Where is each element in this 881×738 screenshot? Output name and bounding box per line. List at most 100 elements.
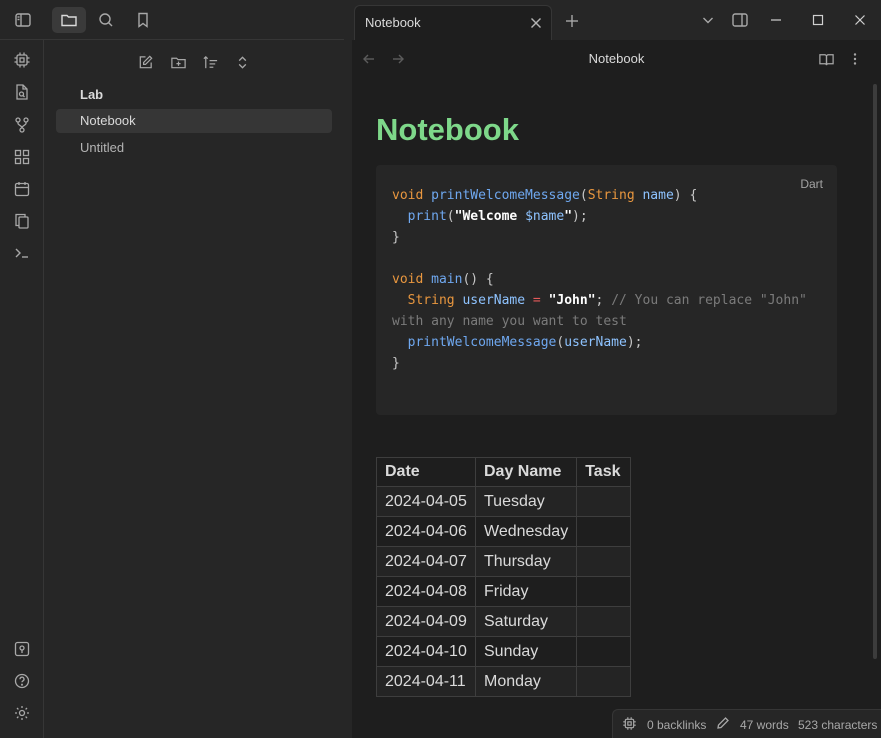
table-row: 2024-04-11 Monday <box>376 666 632 697</box>
character-count: 523 characters <box>798 718 878 732</box>
table-cell[interactable] <box>576 636 632 667</box>
editing-mode-button[interactable] <box>716 716 730 733</box>
ribbon-graph-button[interactable] <box>10 48 34 72</box>
table-cell[interactable]: Monday <box>474 666 578 697</box>
chevron-down-icon <box>703 17 713 24</box>
ribbon-templates-button[interactable] <box>10 209 34 233</box>
table-cell[interactable]: 2024-04-09 <box>376 606 476 637</box>
table-header-cell[interactable]: Day Name <box>474 457 578 487</box>
tab-list-button[interactable] <box>695 8 721 32</box>
table-header-cell[interactable]: Task <box>576 457 632 487</box>
ribbon-vault-switch-button[interactable] <box>10 637 34 661</box>
copy-icon <box>15 213 29 229</box>
table-cell[interactable] <box>576 516 632 547</box>
ribbon-canvas-button[interactable] <box>10 145 34 169</box>
table-cell[interactable] <box>576 486 632 517</box>
sidebar-resize-handle[interactable] <box>344 0 352 738</box>
close-icon <box>855 15 865 25</box>
sidebar-toggle-icon <box>15 13 31 27</box>
table-row: 2024-04-05 Tuesday <box>376 486 632 517</box>
table-cell[interactable]: Sunday <box>474 636 578 667</box>
maximize-icon <box>812 14 824 26</box>
layout-dashboard-icon <box>14 149 30 165</box>
folder-plus-icon <box>170 57 186 68</box>
maximize-window-button[interactable] <box>805 8 831 32</box>
view-header-title[interactable]: Notebook <box>352 51 881 66</box>
collapse-all-button[interactable] <box>230 50 254 74</box>
table-cell[interactable]: 2024-04-10 <box>376 636 476 667</box>
tab-close-button[interactable] <box>527 14 545 32</box>
search-icon <box>99 13 113 27</box>
table-cell[interactable]: Thursday <box>474 546 578 577</box>
more-options-button[interactable] <box>844 48 866 70</box>
new-folder-button[interactable] <box>166 50 190 74</box>
table-cell[interactable] <box>576 666 632 697</box>
sort-icon <box>202 55 217 68</box>
table-header-row: Date Day Name Task <box>376 457 632 487</box>
close-icon <box>531 18 541 28</box>
file-explorer-tab-button[interactable] <box>52 7 86 33</box>
table-cell[interactable]: 2024-04-11 <box>376 666 476 697</box>
bookmarks-tab-button[interactable] <box>126 7 160 33</box>
file-explorer-actions <box>44 48 344 76</box>
editor-scrollbar[interactable] <box>873 84 877 659</box>
table-cell[interactable]: Friday <box>474 576 578 607</box>
sidebar-toggle-button[interactable] <box>6 7 40 33</box>
tab-bar: Notebook <box>352 0 881 41</box>
vault-icon <box>14 641 30 657</box>
sidebar-right-icon <box>732 13 748 27</box>
sync-status-button[interactable] <box>622 716 637 734</box>
help-icon <box>14 673 30 689</box>
new-tab-button[interactable] <box>560 10 584 32</box>
table-cell[interactable]: 2024-04-05 <box>376 486 476 517</box>
table-cell[interactable]: 2024-04-06 <box>376 516 476 547</box>
chevrons-up-down-icon <box>238 55 246 69</box>
ribbon-help-button[interactable] <box>10 669 34 693</box>
right-sidebar-toggle-button[interactable] <box>727 8 753 32</box>
pencil-icon <box>717 717 729 729</box>
file-explorer-sidebar: Lab Notebook Untitled <box>44 40 344 738</box>
new-note-button[interactable] <box>133 50 157 74</box>
ribbon-settings-button[interactable] <box>10 701 34 725</box>
file-item-notebook[interactable]: Notebook <box>56 109 332 133</box>
more-vertical-icon <box>853 53 857 65</box>
git-fork-icon <box>15 117 29 133</box>
table-cell[interactable]: 2024-04-07 <box>376 546 476 577</box>
data-table[interactable]: Date Day Name Task 2024-04-05 Tuesday 20… <box>376 457 632 697</box>
file-item-untitled[interactable]: Untitled <box>56 136 332 160</box>
minimize-window-button[interactable] <box>763 8 789 32</box>
editor-content[interactable]: Notebook Dart void printWelcomeMessage(S… <box>352 76 881 738</box>
search-tab-button[interactable] <box>89 7 123 33</box>
file-search-icon <box>16 84 28 100</box>
ribbon-daily-note-button[interactable] <box>10 177 34 201</box>
ribbon-graph-view-button[interactable] <box>10 113 34 137</box>
code-block[interactable]: Dart void printWelcomeMessage(String nam… <box>376 165 837 415</box>
table-cell[interactable] <box>576 606 632 637</box>
ribbon-open-quick-switcher-button[interactable] <box>10 80 34 104</box>
tab-notebook[interactable]: Notebook <box>354 5 552 41</box>
reading-view-button[interactable] <box>815 48 837 70</box>
table-cell[interactable]: Saturday <box>474 606 578 637</box>
folder-icon <box>61 14 77 27</box>
table-cell[interactable]: Tuesday <box>474 486 578 517</box>
minimize-icon <box>771 19 781 21</box>
table-cell[interactable]: 2024-04-08 <box>376 576 476 607</box>
table-header-cell[interactable]: Date <box>376 457 476 487</box>
sort-order-button[interactable] <box>198 50 222 74</box>
table-cell[interactable] <box>576 576 632 607</box>
cpu-icon <box>623 717 636 730</box>
gear-icon <box>15 706 29 720</box>
edit-icon <box>139 54 153 68</box>
close-window-button[interactable] <box>847 8 873 32</box>
table-cell[interactable]: Wednesday <box>474 516 578 547</box>
table-cell[interactable] <box>576 546 632 577</box>
ribbon-terminal-button[interactable] <box>10 241 34 265</box>
page-title[interactable]: Notebook <box>376 112 519 148</box>
code-text[interactable]: void printWelcomeMessage(String name) { … <box>392 185 807 374</box>
ribbon <box>0 40 44 738</box>
vault-folder-title[interactable]: Lab <box>80 87 103 102</box>
table-row: 2024-04-08 Friday <box>376 576 632 607</box>
plus-icon <box>566 15 578 27</box>
backlinks-count[interactable]: 0 backlinks <box>647 718 706 732</box>
tab-title: Notebook <box>365 15 421 30</box>
